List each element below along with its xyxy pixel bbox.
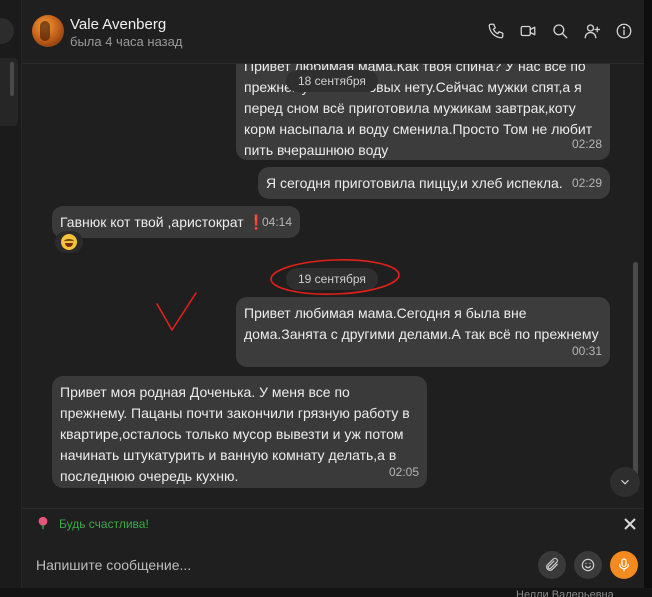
message-list[interactable]: Привет любимая мама.Как твоя спина? У на… <box>22 64 644 508</box>
rose-icon <box>38 516 48 530</box>
message-input[interactable] <box>36 552 516 578</box>
message-text: Привет моя родная Доченька. У меня все п… <box>60 384 410 484</box>
message-reaction[interactable] <box>55 231 83 253</box>
message-scrollbar[interactable] <box>633 262 638 492</box>
contact-status: была 4 часа назад <box>70 34 183 49</box>
chat-list-scrollbar[interactable] <box>10 62 14 96</box>
emoji-button[interactable] <box>574 551 602 579</box>
smile-icon <box>581 558 595 572</box>
message-bubble[interactable]: Я сегодня приготовила пиццу,и хлеб испек… <box>258 167 610 199</box>
date-separator: 18 сентября <box>286 70 378 92</box>
window-edge <box>644 0 652 597</box>
message-time: 04:14 <box>261 215 292 229</box>
info-icon[interactable] <box>614 21 634 41</box>
date-separator: 19 сентября <box>286 268 378 290</box>
add-user-icon[interactable] <box>582 21 602 41</box>
video-camera-icon[interactable] <box>518 21 538 41</box>
scroll-down-button[interactable] <box>610 467 640 497</box>
microphone-icon <box>619 558 629 572</box>
background-contact-name: Нелли Валерьевна <box>516 589 614 597</box>
message-time: 00:31 <box>571 344 602 358</box>
chat-header: Vale Avenberg была 4 часа назад <box>22 0 644 64</box>
chevron-down-icon <box>621 479 629 485</box>
collapse-tab[interactable] <box>0 18 14 44</box>
message-text: Я сегодня приготовила пиццу,и хлеб испек… <box>266 175 563 191</box>
chat-list-strip <box>0 0 22 597</box>
chat-list-preview[interactable] <box>0 58 18 126</box>
laughing-emoji-icon <box>61 234 77 250</box>
voice-message-button[interactable] <box>610 551 638 579</box>
message-time: 02:28 <box>571 137 602 151</box>
phone-icon[interactable] <box>486 21 506 41</box>
message-bubble[interactable]: Гавнюк кот твой ,аристократ ❗ 04:14 <box>52 206 300 238</box>
close-icon[interactable] <box>622 516 638 532</box>
message-bubble[interactable]: Привет моя родная Доченька. У меня все п… <box>52 376 427 488</box>
message-bubble[interactable]: Привет любимая мама.Сегодня я была вне д… <box>236 297 610 367</box>
composer <box>22 538 644 588</box>
search-icon[interactable] <box>550 21 570 41</box>
message-text: Привет любимая мама.Сегодня я была вне д… <box>244 305 599 342</box>
message-time: 02:29 <box>571 176 602 190</box>
background-strip: Нелли Валерьевна <box>0 588 652 597</box>
message-time: 02:05 <box>388 465 419 479</box>
avatar[interactable] <box>32 15 64 47</box>
chat-window: Vale Avenberg была 4 часа назад Привет л… <box>22 0 644 597</box>
reply-preview-text: Будь счастлива! <box>59 517 149 531</box>
contact-name[interactable]: Vale Avenberg <box>70 16 166 33</box>
attach-button[interactable] <box>538 551 566 579</box>
message-text: Гавнюк кот твой ,аристократ ❗ <box>60 214 265 230</box>
reply-preview: Будь счастлива! <box>22 508 644 538</box>
paperclip-icon <box>546 557 558 571</box>
